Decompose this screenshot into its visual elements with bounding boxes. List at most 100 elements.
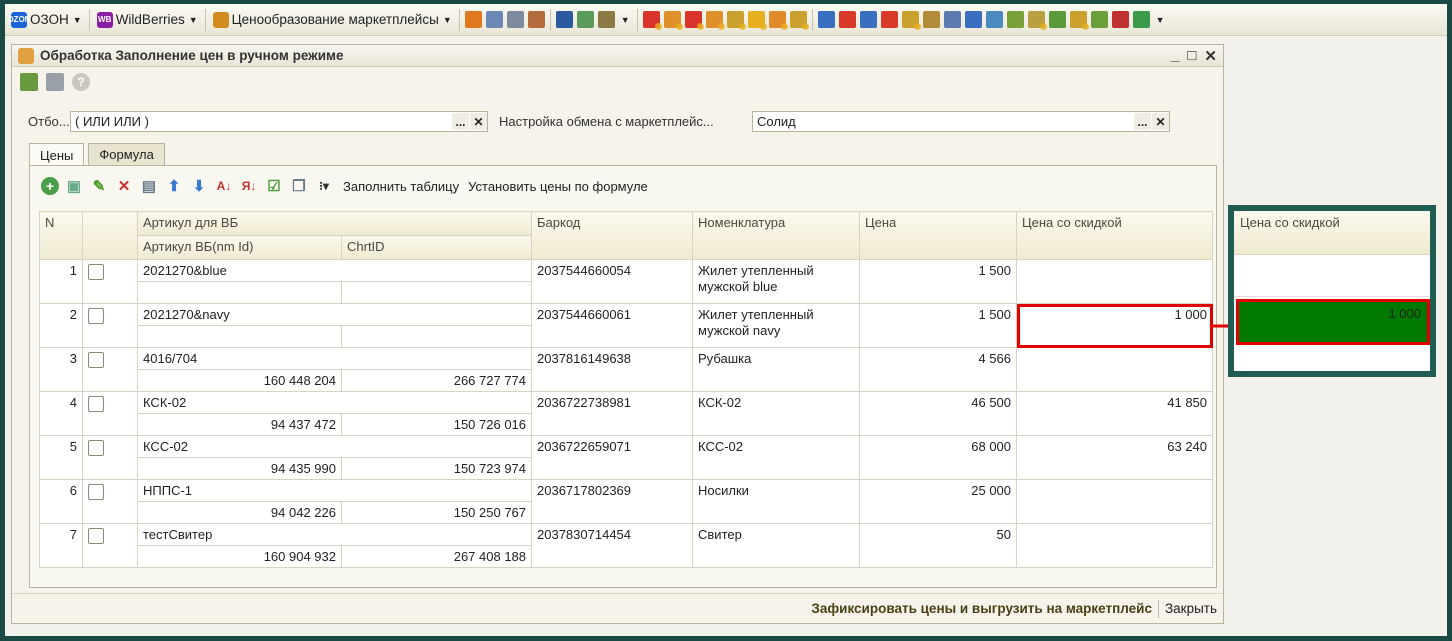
maximize-button[interactable]: □ [1187,47,1196,65]
nomenclature-cell[interactable]: Свитер [692,523,861,568]
help-icon[interactable]: ? [72,73,90,91]
coins-icon[interactable] [705,11,725,30]
fix-prices-upload-button[interactable]: Зафиксировать цены и выгрузить на маркет… [811,601,1152,616]
nomenclature-cell[interactable]: КСК-02 [692,391,861,436]
price-cell[interactable]: 25 000 [859,479,1018,524]
barcode-cell[interactable]: 2036717802369 [531,479,694,524]
chrt-id-cell[interactable]: 266 727 774 [340,369,533,392]
nm-id-cell[interactable]: 94 042 226 [137,501,342,524]
otbor-field[interactable]: ( ИЛИ ИЛИ ) ... ✕ [70,111,488,132]
tab-prices[interactable]: Цены [29,143,85,166]
close-button[interactable]: ✕ [1204,47,1217,65]
article-cell[interactable]: 4016/704 [136,347,533,370]
price-cell[interactable]: 68 000 [859,435,1018,480]
percent-icon[interactable] [1090,11,1108,28]
article-cell[interactable]: НППС-1 [136,479,533,502]
fill-table-button[interactable]: Заполнить таблицу [343,179,459,194]
more-icon[interactable]: ⁝▾ [314,176,334,196]
col-header-nm-id[interactable]: Артикул ВБ(nm Id) [137,235,342,260]
discount-price-cell[interactable] [1016,259,1214,304]
clear-icon[interactable]: ✕ [1152,113,1169,130]
nomenclature-cell[interactable]: КСС-02 [692,435,861,480]
table-row[interactable]: 6 НППС-1 2036717802369 Носилки 25 000 [39,479,1214,524]
coins-icon[interactable] [901,11,921,30]
users-icon[interactable] [555,11,573,28]
article-cell[interactable]: КСК-02 [136,391,533,414]
row-checkbox[interactable] [88,351,104,368]
check-icon[interactable] [1048,11,1066,28]
chrt-id-cell[interactable]: 267 408 188 [340,545,533,568]
minimize-button[interactable]: _ [1171,47,1179,65]
barcode-cell[interactable]: 2037830714454 [531,523,694,568]
barcode-cell[interactable]: 2036722659071 [531,435,694,480]
col-header-check[interactable] [82,211,138,260]
row-checkbox[interactable] [88,483,104,500]
menu-ozon[interactable]: OZON ОЗОН ▼ [7,7,86,33]
sort-asc-icon[interactable]: A↓ [214,176,234,196]
nm-id-cell[interactable]: 94 435 990 [137,457,342,480]
nm-id-cell[interactable]: 160 448 204 [137,369,342,392]
chrt-id-cell[interactable]: 150 723 974 [340,457,533,480]
coins-icon[interactable] [1069,11,1089,30]
barcode-cell[interactable]: 2037544660061 [531,303,694,348]
nomenclature-cell[interactable]: Жилет утепленный мужской navy [692,303,861,348]
article-cell[interactable]: 2021270&navy [136,303,533,326]
printer-icon[interactable] [485,11,503,28]
coins-icon[interactable] [768,11,788,30]
price-icon[interactable] [663,11,683,30]
set-prices-button[interactable]: Установить цены по формуле [468,179,648,194]
chrt-id-cell[interactable] [340,281,533,304]
add-icon[interactable]: + [41,177,59,195]
row-checkbox[interactable] [88,439,104,456]
copy-icon[interactable]: ▣ [64,176,84,196]
col-header-nomenclature[interactable]: Номенклатура [692,211,861,260]
exchange-icon[interactable] [880,11,898,28]
barcode-cell[interactable]: 2037816149638 [531,347,694,392]
move-up-icon[interactable]: ⬆ [164,176,184,196]
table-row[interactable]: 4 КСК-02 2036722738981 КСК-02 46 500 41 … [39,391,1214,436]
sort-desc-icon[interactable]: Я↓ [239,176,259,196]
nomenclature-cell[interactable]: Рубашка [692,347,861,392]
execute-icon[interactable] [20,73,38,91]
nm-id-cell[interactable] [137,325,342,348]
coins-icon[interactable] [726,11,746,30]
discount-price-cell-editing[interactable]: 1 000 [1016,303,1214,348]
discount-price-cell[interactable] [1016,523,1214,568]
col-header-n[interactable]: N [39,211,83,260]
col-header-article-group[interactable]: Артикул для ВБ [136,211,533,236]
tab-formula[interactable]: Формула [88,143,165,165]
clear-icon[interactable]: ✕ [470,113,487,130]
chevron-down-icon[interactable]: ▼ [621,15,630,25]
row-checkbox[interactable] [88,527,104,544]
delete-icon[interactable]: ✕ [114,176,134,196]
select-button[interactable]: ... [452,113,469,130]
coins-icon[interactable] [789,11,809,30]
edit-icon[interactable] [597,11,615,28]
price-cell[interactable]: 1 500 [859,303,1018,348]
coins-icon[interactable] [1027,11,1047,30]
close-form-button[interactable]: Закрыть [1165,601,1217,616]
discount-price-cell[interactable] [1016,479,1214,524]
discount-price-cell[interactable]: 41 850 [1016,391,1214,436]
move-down-icon[interactable]: ⬇ [189,176,209,196]
col-header-discount-price[interactable]: Цена со скидкой [1016,211,1214,260]
price-icon[interactable] [642,11,662,30]
exchange-icon[interactable] [943,11,961,28]
discount-price-cell[interactable] [1016,347,1214,392]
menu-pricing[interactable]: Ценообразование маркетплейсы ▼ [209,7,456,33]
table-row[interactable]: 7 тестСвитер 2037830714454 Свитер 50 [39,523,1214,568]
nm-id-cell[interactable]: 94 437 472 [137,413,342,436]
printer-icon[interactable] [527,11,545,28]
row-checkbox[interactable] [88,263,104,280]
document-icon[interactable] [922,11,940,28]
save-icon[interactable] [46,73,64,91]
menu-wildberries[interactable]: WB WildBerries ▼ [93,7,202,33]
document-icon[interactable] [1111,11,1129,28]
table-icon[interactable] [576,11,594,28]
table-row[interactable]: 1 2021270&blue 2037544660054 Жилет утепл… [39,259,1214,304]
row-checkbox[interactable] [88,307,104,324]
document-icon[interactable] [817,11,835,28]
table-row[interactable]: 5 КСС-02 2036722659071 КСС-02 68 000 63 … [39,435,1214,480]
nm-id-cell[interactable] [137,281,342,304]
nm-id-cell[interactable]: 160 904 932 [137,545,342,568]
